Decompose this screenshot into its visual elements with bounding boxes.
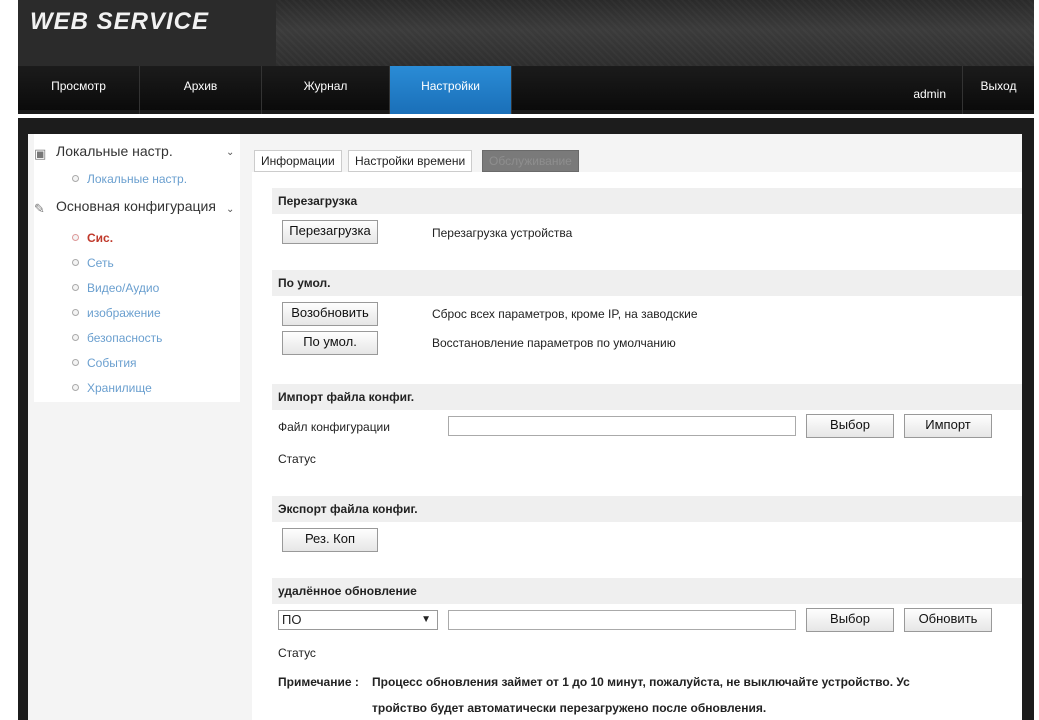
- sidebar-item-local-settings[interactable]: Локальные настр.: [72, 172, 187, 186]
- nav-item-settings[interactable]: Настройки: [390, 66, 512, 114]
- section-title-default: По умол.: [272, 270, 1022, 296]
- section-title-upgrade: удалённое обновление: [272, 578, 1022, 604]
- sidebar-item-network[interactable]: Сеть: [72, 256, 114, 270]
- bullet-icon: [72, 259, 79, 266]
- chevron-down-icon[interactable]: ⌄: [226, 204, 234, 215]
- sidebar-item-events[interactable]: События: [72, 356, 137, 370]
- sidebar-group-local[interactable]: ▣ Локальные настр.: [34, 143, 173, 161]
- bullet-icon: [72, 284, 79, 291]
- note-text-line2: тройство будет автоматически перезагруже…: [372, 701, 767, 715]
- sidebar-item-label: Сеть: [87, 256, 114, 270]
- sidebar-item-label: безопасность: [87, 331, 163, 345]
- default-button[interactable]: По умол.: [282, 331, 378, 355]
- upgrade-type-select[interactable]: ПО ▼: [278, 610, 438, 630]
- top-nav: Просмотр Архив Журнал Настройки admin Вы…: [18, 66, 1034, 114]
- monitor-icon: ▣: [34, 146, 47, 161]
- restore-button[interactable]: Возобновить: [282, 302, 378, 326]
- logout-button[interactable]: Выход: [962, 66, 1034, 114]
- bullet-icon: [72, 175, 79, 182]
- sidebar-item-label: Сис.: [87, 231, 114, 245]
- bullet-icon: [72, 234, 79, 241]
- default-description: Восстановление параметров по умолчанию: [432, 336, 676, 350]
- sidebar-group-label: Локальные настр.: [56, 143, 173, 159]
- import-browse-button[interactable]: Выбор: [806, 414, 894, 438]
- sidebar-item-label: изображение: [87, 306, 161, 320]
- sidebar-item-label: Хранилище: [87, 381, 152, 395]
- nav-item-archive[interactable]: Архив: [140, 66, 262, 114]
- wrench-icon: ✎: [34, 201, 45, 216]
- dropdown-arrow-icon: ▼: [421, 614, 431, 625]
- upgrade-browse-button[interactable]: Выбор: [806, 608, 894, 632]
- import-button[interactable]: Импорт: [904, 414, 992, 438]
- sidebar-item-storage[interactable]: Хранилище: [72, 381, 152, 395]
- config-file-label: Файл конфигурации: [278, 420, 390, 434]
- tab-time-settings[interactable]: Настройки времени: [348, 150, 473, 172]
- section-title-export: Экспорт файла конфиг.: [272, 496, 1022, 522]
- sidebar-item-security[interactable]: безопасность: [72, 331, 162, 345]
- nav-item-view[interactable]: Просмотр: [18, 66, 140, 114]
- import-status-label: Статус: [278, 452, 316, 466]
- maintenance-panel: Перезагрузка Перезагрузка Перезагрузка у…: [252, 172, 1022, 720]
- upgrade-file-input[interactable]: [448, 610, 796, 630]
- tab-maintenance[interactable]: Обслуживание: [482, 150, 579, 172]
- chevron-down-icon[interactable]: ⌄: [226, 147, 234, 158]
- upgrade-button[interactable]: Обновить: [904, 608, 992, 632]
- inner-panel: ▣ Локальные настр. ⌄ Локальные настр. ✎ Ос…: [28, 134, 1022, 720]
- reboot-button[interactable]: Перезагрузка: [282, 220, 378, 244]
- sidebar-item-image[interactable]: изображение: [72, 306, 161, 320]
- sidebar-group-label: Основная конфигурация: [56, 198, 216, 214]
- sidebar-item-label: Видео/Аудио: [87, 281, 160, 295]
- sidebar-item-label: Локальные настр.: [87, 172, 188, 186]
- reboot-description: Перезагрузка устройства: [432, 226, 573, 240]
- header: WEB SERVICE: [18, 0, 1034, 66]
- section-title-reboot: Перезагрузка: [272, 188, 1022, 214]
- backup-button[interactable]: Рез. Коп: [282, 528, 378, 552]
- upgrade-status-label: Статус: [278, 646, 316, 660]
- nav-item-log[interactable]: Журнал: [262, 66, 390, 114]
- sidebar-group-basic-config[interactable]: ✎ Основная конфигурация: [34, 198, 216, 216]
- tab-info[interactable]: Информации: [254, 150, 342, 172]
- config-file-input[interactable]: [448, 416, 796, 436]
- note-label: Примечание :: [278, 675, 359, 689]
- select-value: ПО: [282, 612, 302, 627]
- note-text-line1: Процесс обновления займет от 1 до 10 мин…: [372, 675, 910, 689]
- sidebar-item-label: События: [87, 356, 137, 370]
- sidebar-item-video-audio[interactable]: Видео/Аудио: [72, 281, 159, 295]
- restore-description: Сброс всех параметров, кроме IP, на заво…: [432, 307, 698, 321]
- bullet-icon: [72, 334, 79, 341]
- sidebar-item-system[interactable]: Сис.: [72, 231, 113, 245]
- sidebar: ▣ Локальные настр. ⌄ Локальные настр. ✎ Ос…: [28, 134, 242, 720]
- section-title-import: Импорт файла конфиг.: [272, 384, 1022, 410]
- app-logo: WEB SERVICE: [30, 8, 210, 35]
- bullet-icon: [72, 309, 79, 316]
- bullet-icon: [72, 359, 79, 366]
- bullet-icon: [72, 384, 79, 391]
- current-user: admin: [913, 87, 946, 101]
- main-frame: ▣ Локальные настр. ⌄ Локальные настр. ✎ Ос…: [18, 118, 1034, 720]
